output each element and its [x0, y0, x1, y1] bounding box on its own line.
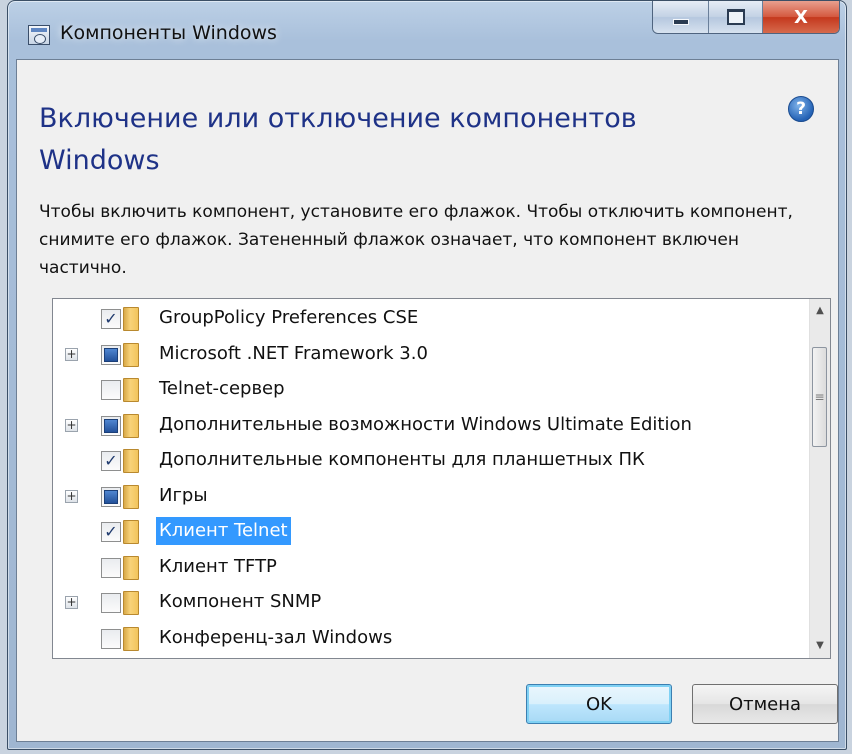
feature-checkbox[interactable]: ✓ — [101, 522, 121, 542]
folder-icon — [123, 378, 139, 402]
feature-checkbox[interactable] — [101, 344, 121, 365]
expand-icon[interactable]: + — [65, 596, 78, 609]
folder-icon — [123, 626, 139, 651]
instructions-text: Чтобы включить компонент, установите его… — [39, 202, 793, 278]
feature-label[interactable]: Клиент TFTP — [156, 553, 280, 581]
vertical-scrollbar[interactable]: ▲ ≡ ▼ — [809, 299, 830, 658]
cancel-button[interactable]: Отмена — [692, 684, 838, 724]
feature-label[interactable]: Конференц-зал Windows — [156, 624, 395, 652]
scroll-down-arrow-icon[interactable]: ▼ — [810, 636, 830, 656]
feature-label[interactable]: Microsoft .NET Framework 3.0 — [156, 340, 431, 368]
feature-row[interactable]: + Дополнительные возможности Windows Ulti… — [53, 408, 803, 444]
dialog-window: Компоненты Windows X Включение или отклю… — [7, 0, 847, 750]
feature-label[interactable]: Игры — [156, 482, 211, 510]
feature-row[interactable]: ✓ GroupPolicy Preferences CSE — [53, 301, 803, 337]
feature-row[interactable]: + Компонент SNMP — [53, 585, 803, 621]
feature-label[interactable]: Дополнительные возможности Windows Ultim… — [156, 411, 695, 439]
close-button[interactable]: X — [763, 1, 839, 33]
ok-button[interactable]: OK — [526, 684, 672, 724]
minimize-button[interactable] — [653, 1, 709, 33]
feature-label[interactable]: Компонент SNMP — [156, 588, 324, 616]
feature-label[interactable]: Дополнительные компоненты для планшетных… — [156, 446, 648, 474]
feature-checkbox[interactable] — [101, 486, 121, 507]
folder-icon — [123, 413, 139, 438]
folder-icon — [123, 342, 139, 367]
maximize-button[interactable] — [709, 1, 763, 33]
expand-icon[interactable]: + — [65, 347, 78, 361]
dialog-content: Включение или отключение компонентов Win… — [16, 59, 839, 742]
expand-icon[interactable]: + — [65, 418, 78, 432]
feature-row[interactable]: ✓ Дополнительные компоненты для планшетны… — [53, 443, 803, 479]
folder-icon — [123, 449, 139, 473]
feature-row[interactable]: ✓ Клиент Telnet — [53, 514, 803, 550]
scroll-up-arrow-icon[interactable]: ▲ — [810, 301, 830, 321]
feature-row[interactable]: Telnet-сервер — [53, 372, 803, 408]
page-title: Включение или отключение компонентов Win… — [39, 103, 637, 176]
title-bar[interactable]: Компоненты Windows X — [8, 1, 846, 59]
feature-checkbox[interactable]: ✓ — [101, 309, 121, 329]
features-tree[interactable]: ✓ GroupPolicy Preferences CSE + Microsoft .… — [52, 298, 831, 659]
maximize-icon — [726, 9, 745, 25]
feature-checkbox[interactable] — [101, 415, 121, 436]
expand-icon[interactable]: + — [65, 489, 78, 503]
folder-icon — [123, 520, 139, 544]
minimize-icon — [672, 19, 689, 25]
feature-row[interactable]: + Microsoft .NET Framework 3.0 — [53, 337, 803, 373]
feature-checkbox[interactable]: ✓ — [101, 451, 121, 471]
feature-checkbox[interactable] — [101, 593, 121, 613]
feature-label[interactable]: GroupPolicy Preferences CSE — [156, 304, 421, 332]
folder-icon — [123, 307, 139, 331]
folder-icon — [123, 555, 139, 580]
help-icon[interactable]: ? — [788, 96, 814, 122]
caption-buttons: X — [652, 1, 840, 34]
feature-checkbox[interactable] — [101, 557, 121, 578]
feature-label[interactable]: Telnet-сервер — [156, 375, 288, 403]
feature-row[interactable]: Конференц-зал Windows — [53, 621, 803, 657]
close-icon: X — [794, 6, 808, 28]
scroll-thumb[interactable]: ≡ — [812, 347, 827, 447]
windows-features-icon — [28, 25, 50, 45]
feature-row[interactable]: + Игры — [53, 479, 803, 515]
feature-checkbox[interactable] — [101, 380, 121, 400]
feature-row[interactable]: Клиент TFTP — [53, 550, 803, 586]
folder-icon — [123, 591, 139, 615]
feature-checkbox[interactable] — [101, 628, 121, 649]
feature-label[interactable]: Клиент Telnet — [156, 517, 291, 545]
folder-icon — [123, 484, 139, 509]
window-title: Компоненты Windows — [60, 22, 277, 44]
